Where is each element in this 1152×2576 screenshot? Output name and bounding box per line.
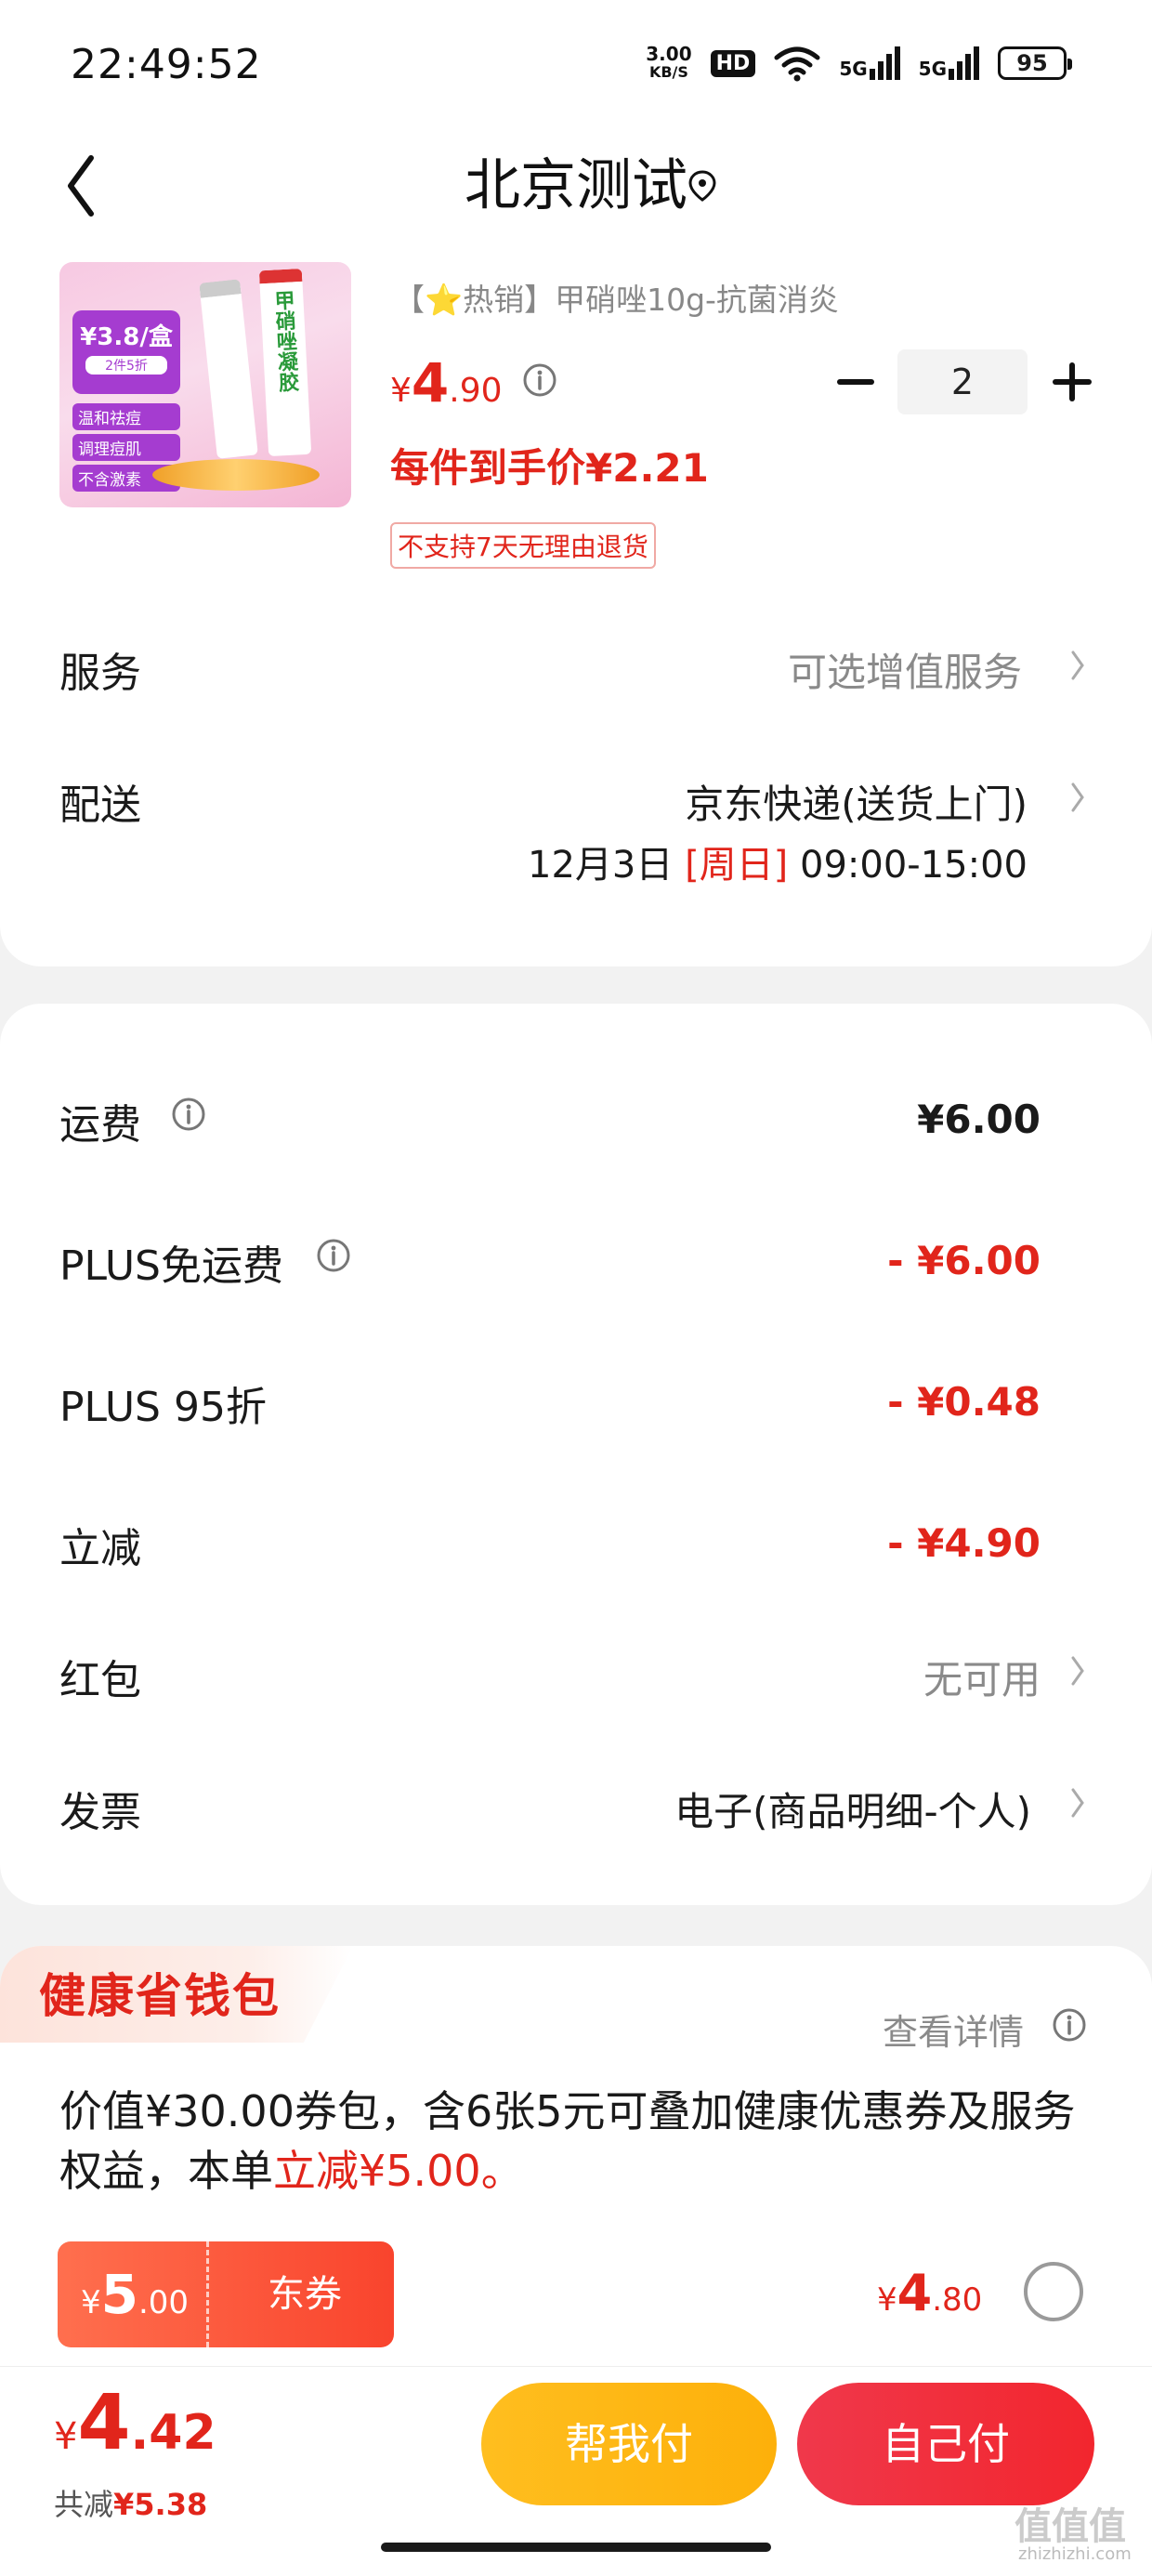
wallet-detail-link[interactable]: 查看详情	[883, 2004, 1024, 2055]
wallet-price-currency: ¥	[877, 2281, 897, 2319]
total-decimal: .42	[130, 2405, 216, 2461]
product-badge-price: ¥3.8/盒	[80, 323, 173, 351]
total-price: ¥4.42	[54, 2379, 216, 2467]
plus-discount-label: PLUS 95折	[59, 1384, 267, 1431]
product-price: ¥4.90	[390, 351, 503, 414]
quantity-minus-button[interactable]	[832, 349, 879, 414]
quantity-plus-button[interactable]	[1046, 349, 1098, 414]
product-image[interactable]: ¥3.8/盒 2件5折 温和祛痘 调理痘肌 不含激素 甲硝唑凝胶	[59, 262, 351, 507]
watermark-url: zhizhizhi.com	[1018, 2544, 1132, 2564]
product-feature: 温和祛痘	[72, 403, 180, 430]
plus-free-shipping-value: - ¥6.00	[887, 1238, 1041, 1283]
total-saved: 共减¥5.38	[54, 2481, 207, 2524]
instant-discount-value: - ¥4.90	[887, 1520, 1041, 1566]
delivery-label: 配送	[59, 782, 141, 829]
service-value[interactable]: 可选增值服务	[788, 641, 1022, 698]
wallet-desc-text: 价值¥30.00券包，含6张5元可叠加健康优惠券及服务权益，本单	[59, 2086, 1076, 2196]
help-me-pay-button[interactable]: 帮我付	[481, 2383, 777, 2505]
product-stand	[152, 459, 320, 491]
info-icon[interactable]	[522, 362, 557, 398]
wallet-price: ¥4.80	[877, 2264, 982, 2322]
product-tube: 甲硝唑凝胶	[258, 268, 312, 457]
chevron-right-icon[interactable]	[1068, 1784, 1087, 1821]
product-feature: 调理痘肌	[72, 434, 180, 461]
delivery-slot: 09:00-15:00	[800, 844, 1028, 887]
wallet-price-decimal: .80	[932, 2281, 983, 2319]
saved-label: 共减	[54, 2487, 114, 2522]
signal-icon-2: 5G	[919, 46, 979, 80]
watermark-logo: 值值值	[1015, 2505, 1126, 2548]
network-speed: 3.00 KB/S	[646, 45, 691, 82]
product-tube-label: 甲硝唑凝胶	[269, 289, 299, 393]
coupon-currency: ¥	[80, 2284, 101, 2321]
product-subtitle: 【⭐热销】甲硝唑10g-抗菌消炎	[394, 282, 839, 318]
delivery-weekday: [周日]	[685, 844, 789, 887]
battery-level: 95	[1016, 50, 1048, 76]
signal-icon-1: 5G	[839, 46, 900, 80]
info-icon[interactable]	[171, 1097, 206, 1132]
product-badge-sub: 2件5折	[85, 356, 167, 375]
signal-2-type: 5G	[918, 58, 947, 80]
red-packet-label: 红包	[59, 1657, 141, 1704]
coupon-decimal: .00	[137, 2284, 190, 2321]
saved-value: ¥5.38	[113, 2487, 208, 2522]
wifi-icon	[774, 46, 820, 82]
price-decimal: .90	[449, 372, 503, 410]
instant-discount-label: 立减	[59, 1525, 141, 1572]
red-packet-value[interactable]: 无可用	[923, 1649, 1041, 1705]
signal-1-type: 5G	[839, 58, 868, 80]
battery-icon: 95	[998, 46, 1072, 80]
wallet-desc-highlight: 立减¥5.00。	[273, 2146, 524, 2196]
product-tube	[199, 279, 258, 459]
chevron-right-icon[interactable]	[1068, 1652, 1087, 1689]
delivery-date: 12月3日	[528, 844, 674, 887]
home-indicator[interactable]	[381, 2543, 771, 2552]
total-integer: 4	[77, 2379, 131, 2467]
hd-voice-icon: HD	[710, 49, 756, 77]
location-pin-icon[interactable]	[686, 169, 719, 203]
coupon-integer: 5	[100, 2263, 138, 2326]
service-label: 服务	[59, 650, 141, 697]
network-speed-value: 3.00	[646, 43, 692, 65]
status-icons: 3.00 KB/S HD 5G 5G 95	[646, 45, 1072, 82]
return-policy-badge: 不支持7天无理由退货	[390, 522, 656, 569]
coupon-label: 东券	[268, 2273, 342, 2316]
product-title-cut: ▔▔▔▔▔▔▔▔▔▔▔▔▔▔▔▔▔▔▔▔▔	[394, 240, 1063, 264]
shipping-fee-label: 运费	[59, 1101, 141, 1149]
shipping-fee-value: ¥6.00	[917, 1097, 1041, 1142]
plus-discount-value: - ¥0.48	[887, 1379, 1041, 1425]
plus-free-shipping-label: PLUS免运费	[59, 1242, 283, 1290]
wallet-select-radio[interactable]	[1024, 2262, 1083, 2321]
network-speed-unit: KB/S	[648, 63, 688, 81]
info-icon[interactable]	[1052, 2007, 1087, 2043]
wallet-description: 价值¥30.00券包，含6张5元可叠加健康优惠券及服务权益，本单立减¥5.00。	[59, 2082, 1100, 2201]
delivery-carrier[interactable]: 京东快递(送货上门)	[685, 773, 1028, 830]
pay-myself-button[interactable]: 自己付	[797, 2383, 1094, 2505]
invoice-label: 发票	[59, 1789, 141, 1836]
wallet-price-integer: 4	[897, 2264, 933, 2322]
chevron-right-icon[interactable]	[1068, 779, 1087, 816]
price-currency: ¥	[390, 372, 412, 410]
wallet-title: 健康省钱包	[39, 1969, 281, 2023]
total-currency: ¥	[54, 2415, 78, 2458]
invoice-value[interactable]: 电子(商品明细-个人)	[674, 1781, 1031, 1837]
delivery-time[interactable]: 12月3日 [周日] 09:00-15:00	[528, 835, 1028, 888]
coupon-divider	[206, 2241, 214, 2347]
coupon-amount: ¥5.00	[58, 2241, 212, 2347]
unit-final-price: 每件到手价¥2.21	[390, 445, 709, 491]
info-icon[interactable]	[316, 1238, 351, 1273]
quantity-value[interactable]: 2	[897, 349, 1028, 414]
price-integer: 4	[411, 351, 450, 414]
chevron-right-icon[interactable]	[1068, 647, 1087, 684]
status-time: 22:49:52	[71, 41, 262, 88]
page-title: 北京测试	[465, 153, 687, 218]
